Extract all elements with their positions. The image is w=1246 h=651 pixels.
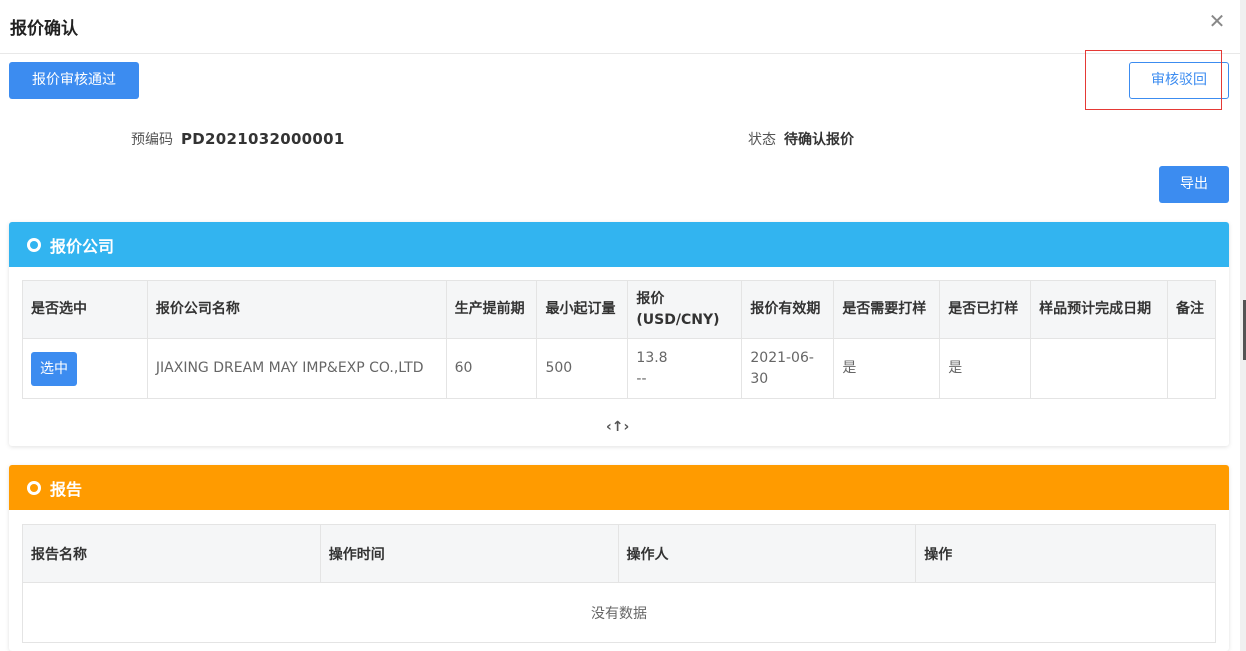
dialog-title: 报价确认 [10, 19, 78, 39]
reject-review-button[interactable]: 审核驳回 [1129, 62, 1229, 99]
sample-date-cell [1030, 338, 1168, 399]
col-sampled: 是否已打样 [939, 280, 1032, 339]
approve-quote-button[interactable]: 报价审核通过 [9, 62, 139, 99]
price-cell: 13.8 -- [627, 338, 743, 399]
sampled-cell: 是 [939, 338, 1032, 399]
table-header-row: 是否选中 报价公司名称 生产提前期 最小起订量 报价 (USD/CNY) 报价有… [22, 280, 1217, 339]
col-sample-date: 样品预计完成日期 [1030, 280, 1168, 339]
quote-company-panel-title: 报价公司 [50, 236, 115, 256]
pre-code-field: 预编码 PD2021032000001 [131, 129, 345, 149]
status-field: 状态 待确认报价 [748, 129, 854, 149]
panel-badge-icon [27, 480, 41, 495]
pre-code-label: 预编码 [131, 132, 173, 148]
need-sample-cell: 是 [833, 338, 941, 399]
empty-data-message: 没有数据 [22, 582, 1216, 643]
lead-time-cell: 60 [445, 338, 538, 399]
col-price: 报价 (USD/CNY) [627, 280, 743, 339]
moq-cell: 500 [536, 338, 629, 399]
valid-until-cell: 2021-06-30 [741, 338, 835, 399]
col-report-name: 报告名称 [22, 524, 321, 583]
col-operation-time: 操作时间 [319, 524, 619, 583]
select-cell: 选中 [22, 338, 148, 399]
close-icon[interactable]: ✕ [1206, 10, 1228, 32]
col-selected: 是否选中 [22, 280, 148, 339]
report-panel-header: 报告 [9, 465, 1229, 510]
company-name-cell: JIAXING DREAM MAY IMP&EXP CO.,LTD [146, 338, 447, 399]
quote-company-panel-header: 报价公司 [9, 222, 1229, 267]
report-table: 报告名称 操作时间 操作人 操作 没有数据 [22, 524, 1216, 643]
horizontal-scroll-icon[interactable]: ‹↑› [606, 419, 629, 435]
report-panel: 报告 报告名称 操作时间 操作人 操作 没有数据 [9, 465, 1229, 651]
status-label: 状态 [748, 132, 776, 148]
col-valid-until: 报价有效期 [741, 280, 835, 339]
price-usd: 13.8 [636, 349, 668, 366]
status-value: 待确认报价 [784, 132, 854, 148]
pre-code-value: PD2021032000001 [181, 130, 345, 148]
col-company-name: 报价公司名称 [146, 280, 447, 339]
col-remark: 备注 [1166, 280, 1217, 339]
price-cny: -- [636, 370, 647, 387]
panel-badge-icon [27, 237, 41, 252]
quote-company-table: 是否选中 报价公司名称 生产提前期 最小起订量 报价 (USD/CNY) 报价有… [22, 280, 1217, 399]
col-action: 操作 [915, 524, 1216, 583]
col-need-sample: 是否需要打样 [833, 280, 941, 339]
table-header-row: 报告名称 操作时间 操作人 操作 [22, 524, 1216, 583]
quote-company-panel: 报价公司 是否选中 报价公司名称 生产提前期 最小起订量 报价 (USD/CNY… [9, 222, 1229, 446]
col-moq: 最小起订量 [536, 280, 629, 339]
export-button[interactable]: 导出 [1159, 166, 1229, 203]
col-lead-time: 生产提前期 [445, 280, 538, 339]
select-button[interactable]: 选中 [31, 351, 77, 386]
report-panel-title: 报告 [50, 479, 83, 499]
dialog-header: 报价确认 ✕ [0, 0, 1246, 54]
col-operator: 操作人 [617, 524, 917, 583]
table-row: 没有数据 [22, 582, 1216, 643]
table-row: 选中 JIAXING DREAM MAY IMP&EXP CO.,LTD 60 … [22, 338, 1217, 399]
remark-cell [1166, 338, 1217, 399]
